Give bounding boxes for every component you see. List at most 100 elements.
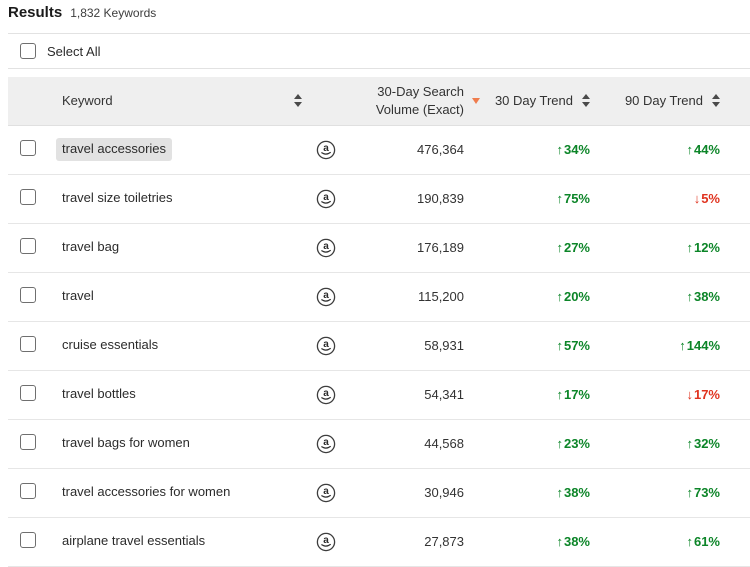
column-label-trend-30: 30 Day Trend xyxy=(495,92,573,110)
search-volume-value: 115,200 xyxy=(346,272,488,321)
keyword-table: Keyword 30-Day Search Volume (Exact) 30 … xyxy=(8,77,750,567)
search-volume-value: 190,839 xyxy=(346,174,488,223)
search-volume-value: 176,189 xyxy=(346,223,488,272)
search-volume-value: 27,873 xyxy=(346,517,488,566)
column-label-volume: 30-Day Search Volume (Exact) xyxy=(376,83,464,118)
row-checkbox[interactable] xyxy=(20,238,36,254)
select-all-checkbox[interactable] xyxy=(20,43,36,59)
column-header-trend-30[interactable]: 30 Day Trend xyxy=(488,77,604,125)
table-row: airplane travel essentials a 27,873 ↑38%… xyxy=(8,517,750,566)
trend-30-value: ↑17% xyxy=(488,370,604,419)
trend-90-value: ↑144% xyxy=(604,321,750,370)
trend-90-value: ↑73% xyxy=(604,468,750,517)
row-checkbox[interactable] xyxy=(20,336,36,352)
trend-90-value: ↓17% xyxy=(604,370,750,419)
keyword-text: travel bottles xyxy=(62,385,136,404)
search-volume-value: 30,946 xyxy=(346,468,488,517)
column-label-keyword: Keyword xyxy=(62,92,113,110)
row-checkbox[interactable] xyxy=(20,385,36,401)
trend-30-value: ↑34% xyxy=(488,125,604,174)
amazon-icon[interactable]: a xyxy=(316,238,336,258)
results-count: 1,832 Keywords xyxy=(70,6,156,20)
trend-arrow-icon: ↑ xyxy=(556,436,563,451)
trend-arrow-icon: ↑ xyxy=(686,436,693,451)
keyword-text: travel size toiletries xyxy=(62,189,173,208)
column-header-volume[interactable]: 30-Day Search Volume (Exact) xyxy=(346,77,488,125)
trend-arrow-icon: ↓ xyxy=(686,387,693,402)
search-volume-value: 476,364 xyxy=(346,125,488,174)
amazon-icon[interactable]: a xyxy=(316,385,336,405)
keyword-text: travel bag xyxy=(62,238,119,257)
table-row: travel size toiletries a 190,839 ↑75% ↓5… xyxy=(8,174,750,223)
table-row: cruise essentials a 58,931 ↑57% ↑144% xyxy=(8,321,750,370)
search-volume-value: 54,341 xyxy=(346,370,488,419)
amazon-icon[interactable]: a xyxy=(316,483,336,503)
trend-arrow-icon: ↑ xyxy=(686,240,693,255)
row-checkbox[interactable] xyxy=(20,483,36,499)
table-row: travel accessories a 476,364 ↑34% ↑44% xyxy=(8,125,750,174)
svg-text:a: a xyxy=(323,192,329,203)
keyword-text: travel accessories xyxy=(56,138,172,161)
svg-text:a: a xyxy=(323,388,329,399)
trend-90-value: ↑38% xyxy=(604,272,750,321)
svg-text:a: a xyxy=(323,241,329,252)
amazon-icon[interactable]: a xyxy=(316,336,336,356)
trend-arrow-icon: ↑ xyxy=(686,289,693,304)
row-checkbox[interactable] xyxy=(20,532,36,548)
trend-arrow-icon: ↓ xyxy=(694,191,701,206)
table-row: travel bag a 176,189 ↑27% ↑12% xyxy=(8,223,750,272)
svg-text:a: a xyxy=(323,486,329,497)
sort-icon xyxy=(712,94,720,107)
keyword-text: travel bags for women xyxy=(62,434,190,453)
amazon-icon[interactable]: a xyxy=(316,189,336,209)
svg-text:a: a xyxy=(323,143,329,154)
keyword-text: cruise essentials xyxy=(62,336,158,355)
svg-text:a: a xyxy=(323,535,329,546)
trend-30-value: ↑20% xyxy=(488,272,604,321)
sort-icon xyxy=(294,94,302,107)
svg-text:a: a xyxy=(323,437,329,448)
keyword-table-body: travel accessories a 476,364 ↑34% ↑44% t… xyxy=(8,125,750,566)
column-header-amazon xyxy=(306,77,346,125)
trend-30-value: ↑38% xyxy=(488,517,604,566)
svg-text:a: a xyxy=(323,290,329,301)
amazon-icon[interactable]: a xyxy=(316,287,336,307)
keyword-text: airplane travel essentials xyxy=(62,532,205,551)
keyword-results-page: Results 1,832 Keywords Select All Keywor… xyxy=(0,0,750,567)
row-checkbox[interactable] xyxy=(20,434,36,450)
trend-30-value: ↑27% xyxy=(488,223,604,272)
amazon-icon[interactable]: a xyxy=(316,532,336,552)
trend-arrow-icon: ↑ xyxy=(686,485,693,500)
trend-arrow-icon: ↑ xyxy=(556,338,563,353)
trend-arrow-icon: ↑ xyxy=(556,240,563,255)
trend-90-value: ↑44% xyxy=(604,125,750,174)
trend-arrow-icon: ↑ xyxy=(556,387,563,402)
trend-arrow-icon: ↑ xyxy=(679,338,686,353)
trend-30-value: ↑23% xyxy=(488,419,604,468)
trend-arrow-icon: ↑ xyxy=(556,289,563,304)
trend-arrow-icon: ↑ xyxy=(556,142,563,157)
select-all-control[interactable]: Select All xyxy=(20,43,100,59)
results-header: Results 1,832 Keywords xyxy=(8,2,750,21)
column-header-checkbox xyxy=(8,77,52,125)
trend-arrow-icon: ↑ xyxy=(556,534,563,549)
select-all-bar: Select All xyxy=(8,33,750,69)
table-row: travel bottles a 54,341 ↑17% ↓17% xyxy=(8,370,750,419)
row-checkbox[interactable] xyxy=(20,140,36,156)
amazon-icon[interactable]: a xyxy=(316,140,336,160)
column-header-keyword[interactable]: Keyword xyxy=(52,77,306,125)
trend-30-value: ↑75% xyxy=(488,174,604,223)
keyword-text: travel accessories for women xyxy=(62,483,230,502)
amazon-icon[interactable]: a xyxy=(316,434,336,454)
trend-30-value: ↑38% xyxy=(488,468,604,517)
search-volume-value: 44,568 xyxy=(346,419,488,468)
trend-arrow-icon: ↑ xyxy=(556,485,563,500)
trend-arrow-icon: ↑ xyxy=(686,534,693,549)
trend-90-value: ↑12% xyxy=(604,223,750,272)
trend-30-value: ↑57% xyxy=(488,321,604,370)
row-checkbox[interactable] xyxy=(20,189,36,205)
column-header-trend-90[interactable]: 90 Day Trend xyxy=(604,77,750,125)
row-checkbox[interactable] xyxy=(20,287,36,303)
table-row: travel bags for women a 44,568 ↑23% ↑32% xyxy=(8,419,750,468)
search-volume-value: 58,931 xyxy=(346,321,488,370)
